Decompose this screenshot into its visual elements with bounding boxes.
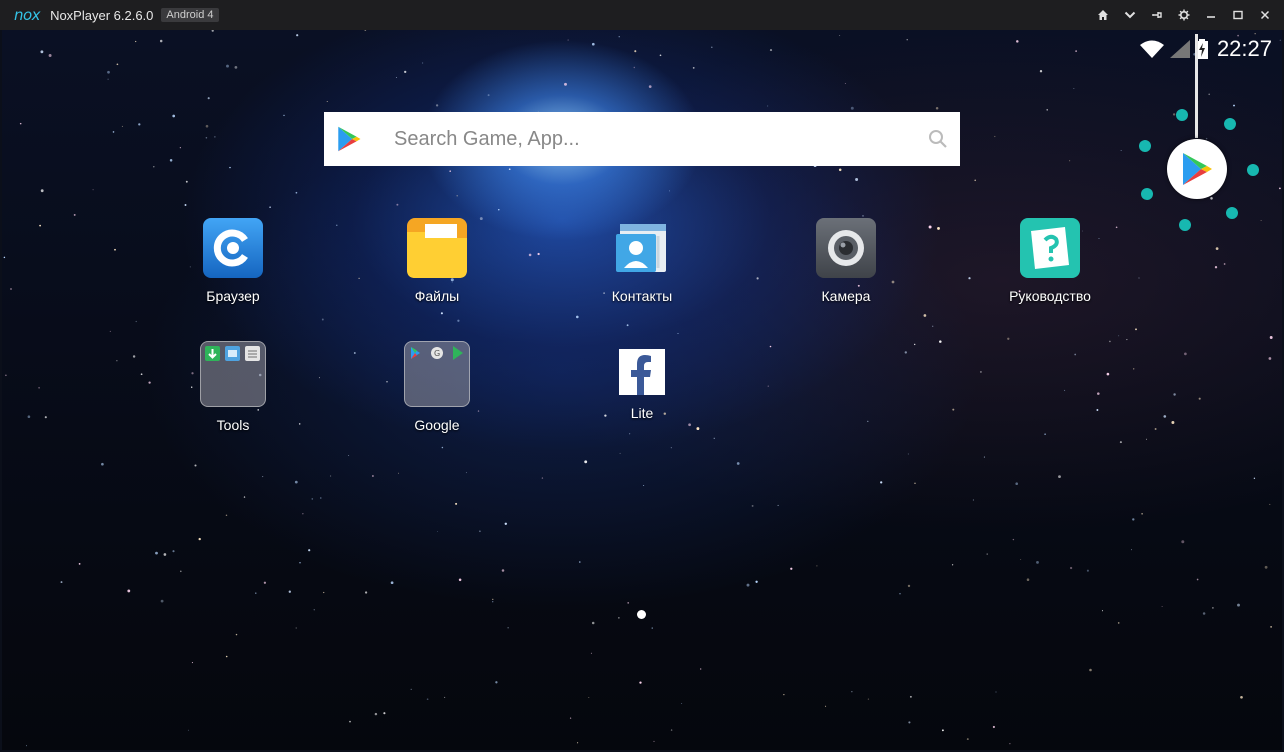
page-indicator-dot xyxy=(637,610,646,619)
app-label: Руководство xyxy=(1009,288,1091,304)
floating-play-store-button[interactable] xyxy=(1167,139,1227,199)
guide-icon xyxy=(1020,218,1080,278)
app-browser[interactable]: Браузер xyxy=(168,218,298,304)
app-label: Камера xyxy=(821,288,871,304)
app-label: Контакты xyxy=(611,288,673,304)
dropdown-button[interactable] xyxy=(1116,0,1143,30)
settings-button[interactable] xyxy=(1170,0,1197,30)
facebook-lite-icon xyxy=(619,349,665,395)
play-store-icon xyxy=(1183,153,1212,185)
camera-icon xyxy=(816,218,876,278)
float-dot xyxy=(1139,140,1151,152)
app-google-folder[interactable]: G Google xyxy=(372,341,502,433)
play-store-icon xyxy=(338,126,361,152)
google-folder-icon: G xyxy=(404,341,470,407)
float-dot xyxy=(1226,207,1238,219)
app-tools-folder[interactable]: Tools xyxy=(168,341,298,433)
tools-folder-icon xyxy=(200,341,266,407)
wifi-icon xyxy=(1139,40,1164,58)
svg-text:G: G xyxy=(434,349,440,358)
app-label: Lite xyxy=(630,405,654,421)
window-controls xyxy=(1089,0,1278,30)
app-files[interactable]: Файлы xyxy=(372,218,502,304)
files-icon xyxy=(407,218,467,278)
pin-icon xyxy=(1151,12,1162,18)
nox-logo: nox xyxy=(14,6,41,24)
close-icon xyxy=(1260,10,1269,20)
home-icon xyxy=(1097,10,1108,20)
search-input[interactable] xyxy=(392,126,906,152)
app-camera[interactable]: Камера xyxy=(781,218,911,304)
close-button[interactable] xyxy=(1251,0,1278,30)
app-label: Браузер xyxy=(206,288,260,304)
minimize-button[interactable] xyxy=(1197,0,1224,30)
title-bar: nox NoxPlayer 6.2.6.0 Android 4 xyxy=(0,0,1284,30)
maximize-button[interactable] xyxy=(1224,0,1251,30)
float-dot xyxy=(1141,188,1153,200)
app-label: Tools xyxy=(216,417,250,433)
app-contacts[interactable]: Контакты xyxy=(577,218,707,304)
contacts-icon xyxy=(612,218,672,278)
minimize-icon xyxy=(1206,16,1215,18)
status-bar: 22:27 xyxy=(1135,34,1272,64)
gear-icon xyxy=(1178,9,1189,21)
float-dot xyxy=(1179,219,1191,231)
search-icon[interactable] xyxy=(928,129,948,149)
window-title: NoxPlayer 6.2.6.0 xyxy=(50,7,154,23)
browser-icon xyxy=(203,218,263,278)
float-widget-handle xyxy=(1195,34,1198,138)
search-bar[interactable] xyxy=(324,112,960,166)
android-version-badge: Android 4 xyxy=(161,8,219,22)
app-label: Google xyxy=(414,417,460,433)
android-home-screen[interactable]: 22:27 Браузер xyxy=(2,30,1282,750)
home-button[interactable] xyxy=(1089,0,1116,30)
maximize-icon xyxy=(1232,10,1243,20)
status-clock: 22:27 xyxy=(1216,36,1272,61)
pin-button[interactable] xyxy=(1143,0,1170,30)
float-dot xyxy=(1176,109,1188,121)
app-facebook-lite[interactable]: Lite xyxy=(577,341,707,421)
chevron-down-icon xyxy=(1124,11,1135,19)
app-guide[interactable]: Руководство xyxy=(985,218,1115,304)
float-dot xyxy=(1224,118,1236,130)
float-dot xyxy=(1247,164,1259,176)
app-label: Файлы xyxy=(414,288,460,304)
signal-icon xyxy=(1169,40,1190,58)
